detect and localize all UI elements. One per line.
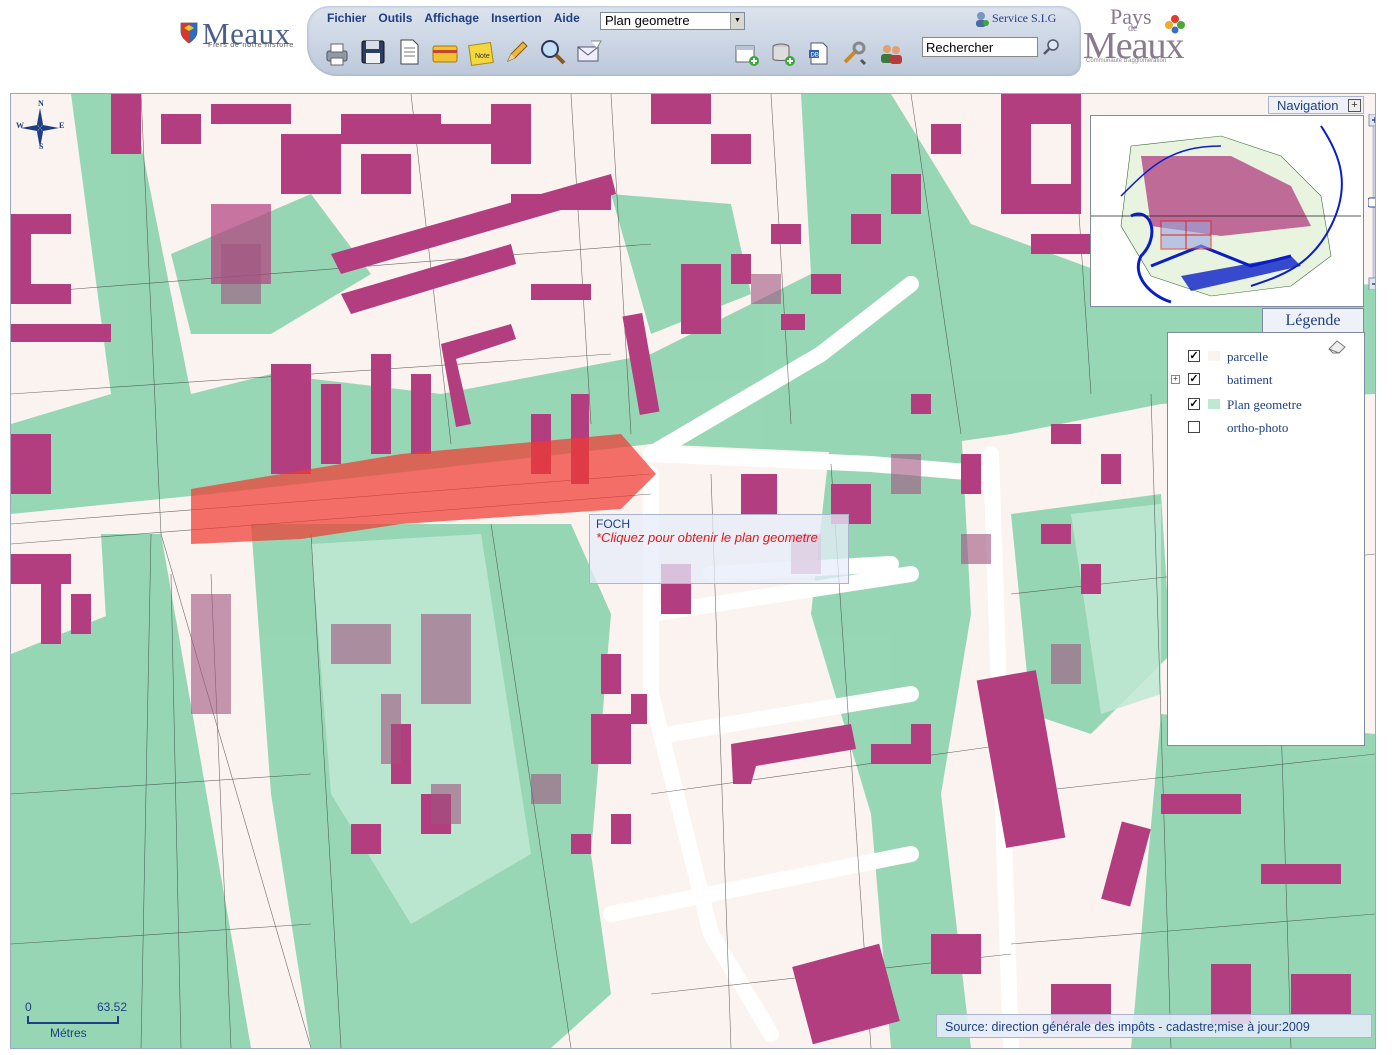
scale-line [27,1016,119,1024]
search-icon[interactable] [1042,37,1062,57]
overview-map[interactable] [1090,115,1364,307]
compass-n: N [38,99,44,108]
menu-bar: Fichier Outils Affichage Insertion Aide [321,11,586,25]
flower-icon [1165,15,1185,34]
save-icon[interactable] [359,38,387,66]
zoom-slider-track[interactable] [1367,113,1376,291]
scale-bar: 0 63.52 Métres [25,1000,145,1044]
note-icon[interactable]: Note [467,40,495,68]
plan-select[interactable]: Plan geometre ▼ [600,12,745,30]
add-layer-icon[interactable] [733,40,761,68]
scale-min: 0 [25,1000,32,1014]
checkbox-ortho-photo[interactable] [1188,421,1200,433]
zoom-slider[interactable] [1367,113,1376,291]
swatch-parcelle [1208,351,1220,361]
svg-text:DB: DB [811,53,819,59]
swatch-batiment [1208,374,1220,384]
label-plan-geometre: Plan geometre [1227,397,1302,412]
meaux-logo[interactable]: Meaux Fiers de notre histoire [176,14,308,54]
legend-title[interactable]: Légende [1262,308,1364,334]
swatch-plan-geometre [1208,399,1220,409]
overview-map-image [1091,116,1363,306]
document-icon[interactable] [395,38,423,66]
service-sig-link[interactable]: Service S.I.G [975,11,1057,28]
mail-icon[interactable] [575,38,603,66]
users-icon[interactable] [877,40,905,68]
expand-batiment-icon[interactable]: + [1171,375,1180,384]
compass-s: S [39,142,44,151]
legend-item-plan-geometre: ✓ Plan geometre [1168,396,1358,414]
menu-fichier[interactable]: Fichier [321,11,372,25]
checkbox-parcelle[interactable]: ✓ [1188,350,1200,362]
scale-unit: Métres [50,1026,87,1040]
export-icon[interactable]: DB [805,40,833,68]
service-sig-label: Service S.I.G [992,11,1057,25]
street-tooltip[interactable]: FOCH *Cliquez pour obtenir le plan geome… [589,514,849,584]
menu-affichage[interactable]: Affichage [418,11,485,25]
plan-link-hint[interactable]: *Cliquez pour obtenir le plan geometre [596,530,818,545]
tools-icon[interactable] [841,40,869,68]
map-viewport[interactable]: N S E W FOCH *Cliquez pour obtenir le pl… [10,93,1376,1049]
main-toolbar: Fichier Outils Affichage Insertion Aide … [307,6,1081,76]
legend-item-parcelle: ✓ parcelle [1168,348,1358,366]
compass-e: E [59,121,65,130]
add-database-icon[interactable] [769,40,797,68]
print-icon[interactable] [323,40,351,68]
navigation-header[interactable]: Navigation + [1268,96,1364,114]
label-ortho-photo: ortho-photo [1227,420,1289,435]
svg-text:Note: Note [475,53,490,60]
label-parcelle: parcelle [1227,349,1269,364]
legend-item-ortho-photo: ortho-photo [1168,419,1358,437]
chevron-down-icon[interactable]: ▼ [730,13,744,29]
menu-aide[interactable]: Aide [548,11,586,25]
user-icon [976,12,989,28]
label-batiment: batiment [1227,372,1273,387]
legend-panel: ✓ parcelle + ✓ batiment ✓ Plan geometre … [1167,332,1365,746]
search-input[interactable] [922,37,1038,57]
magnifier-icon[interactable] [539,38,567,66]
card-icon[interactable] [431,40,459,68]
street-name: FOCH [596,517,630,531]
plan-select-value: Plan geometre [605,13,690,28]
compass-w: W [16,121,24,130]
legend-item-batiment: + ✓ batiment [1168,371,1358,389]
menu-insertion[interactable]: Insertion [485,11,548,25]
shield-icon [180,22,198,44]
menu-outils[interactable]: Outils [372,11,418,25]
pencil-icon[interactable] [503,38,531,66]
app-window: Meaux Fiers de notre histoire Fichier Ou… [0,0,1392,1055]
checkbox-plan-geometre[interactable]: ✓ [1188,398,1200,410]
expand-icon[interactable]: + [1348,99,1361,112]
brand-tagline: Fiers de notre histoire [208,42,295,49]
navigation-title: Navigation [1277,98,1339,113]
pays-de-meaux-logo[interactable]: Pays de Meaux Communauté d'agglomération [1080,4,1190,68]
checkbox-batiment[interactable]: ✓ [1188,373,1200,385]
scale-max: 63.52 [97,1000,128,1014]
logo-subtitle: Communauté d'agglomération [1086,58,1167,64]
compass-rose: N S E W [16,99,65,152]
source-attribution: Source: direction générale des impôts - … [936,1014,1372,1038]
